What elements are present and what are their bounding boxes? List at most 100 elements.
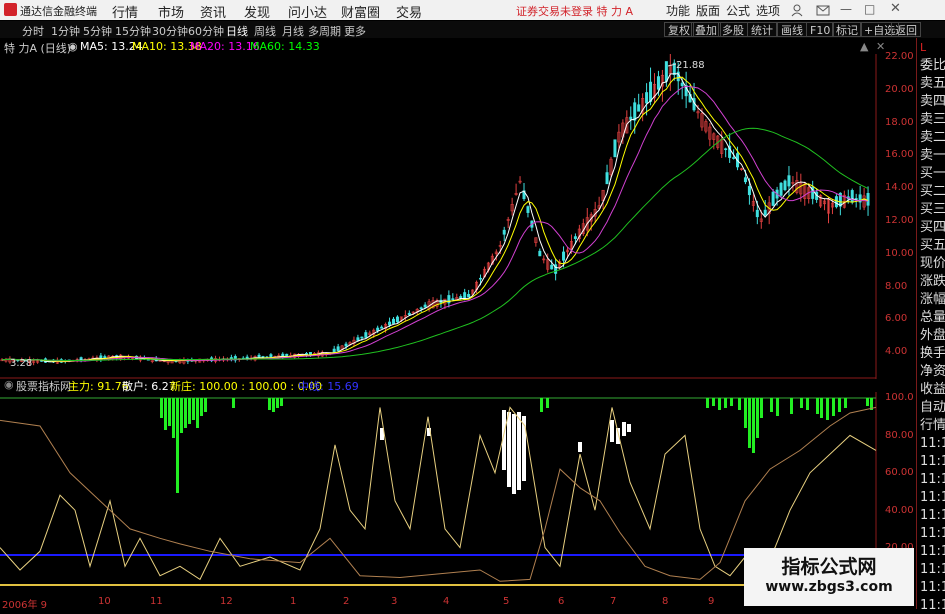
period-more[interactable]: 更多 bbox=[344, 23, 366, 39]
period-fenshi[interactable]: 分时 bbox=[22, 23, 44, 39]
side-panel-item[interactable]: 11:1 bbox=[920, 508, 945, 524]
close-icon[interactable]: ✕ bbox=[890, 1, 901, 16]
side-panel-item[interactable]: 总量 bbox=[920, 310, 945, 326]
collapse-icon[interactable]: ▲ bbox=[860, 40, 868, 53]
fuquan-button[interactable]: 复权 bbox=[664, 22, 694, 37]
green-bar bbox=[200, 398, 203, 416]
menu-banmian[interactable]: 版面 bbox=[696, 2, 720, 19]
candle-body bbox=[388, 321, 392, 326]
green-bars bbox=[160, 398, 873, 493]
ma60-label: MA60: 14.33 bbox=[250, 40, 320, 53]
multi-stock-button[interactable]: 多股 bbox=[718, 22, 748, 37]
period-weekly[interactable]: 周线 bbox=[254, 23, 276, 39]
f10-button[interactable]: F10 bbox=[806, 22, 835, 37]
side-panel-item[interactable]: 卖四 bbox=[920, 94, 945, 110]
minimize-icon[interactable]: — bbox=[840, 2, 852, 16]
menu-gongneng[interactable]: 功能 bbox=[666, 2, 690, 19]
side-panel-item[interactable]: 11:1 bbox=[920, 472, 945, 488]
price-tick: 22.00 bbox=[885, 51, 914, 62]
candle-body bbox=[526, 206, 530, 213]
candle-body bbox=[423, 304, 427, 308]
overlay-button[interactable]: 叠加 bbox=[691, 22, 721, 37]
side-panel-item[interactable]: 外盘 bbox=[920, 328, 945, 344]
menu-xuanxiang[interactable]: 选项 bbox=[756, 2, 780, 19]
side-panel-item[interactable]: 11:1 bbox=[920, 436, 945, 452]
side-panel-item[interactable]: 卖二 bbox=[920, 130, 945, 146]
green-bar bbox=[184, 398, 187, 428]
side-panel-item[interactable]: 11:1 bbox=[920, 490, 945, 506]
side-panel-item[interactable]: 净资 bbox=[920, 364, 945, 380]
mail-icon[interactable] bbox=[816, 3, 830, 17]
period-60min[interactable]: 60分钟 bbox=[188, 23, 224, 39]
user-icon[interactable] bbox=[790, 3, 804, 17]
price-tick: 20.00 bbox=[885, 83, 914, 95]
stats-button[interactable]: 统计 bbox=[747, 22, 777, 37]
date-tick: 1 bbox=[290, 596, 297, 607]
period-5min[interactable]: 5分钟 bbox=[83, 23, 112, 39]
mark-button[interactable]: 标记 bbox=[832, 22, 862, 37]
side-panel-item[interactable]: 涨跌 bbox=[920, 274, 945, 290]
side-panel-item[interactable]: 11:1 bbox=[920, 598, 945, 614]
period-1min[interactable]: 1分钟 bbox=[51, 23, 80, 39]
menu-hangqing[interactable]: 行情 bbox=[112, 2, 138, 21]
menu-caifuquan[interactable]: 财富圈 bbox=[341, 2, 380, 21]
side-panel-item[interactable]: 卖一 bbox=[920, 148, 945, 164]
green-bar bbox=[172, 398, 175, 438]
maximize-icon[interactable]: □ bbox=[864, 2, 875, 16]
side-panel-item[interactable]: 买一 bbox=[920, 166, 945, 182]
indicator-settings-icon[interactable]: ◉ bbox=[4, 378, 14, 391]
menu-wenxiaoda[interactable]: 问小达 bbox=[288, 2, 327, 21]
side-panel-item[interactable]: 卖三 bbox=[920, 112, 945, 128]
side-panel-item[interactable]: 买三 bbox=[920, 202, 945, 218]
side-panel-item[interactable]: 11:1 bbox=[920, 580, 945, 596]
price-chart[interactable]: 21.88 3.28 bbox=[0, 54, 916, 379]
side-panel-item[interactable]: 买四 bbox=[920, 220, 945, 236]
side-panel-item[interactable]: 收益 bbox=[920, 382, 945, 398]
side-panel-item[interactable]: 行情 bbox=[920, 418, 945, 434]
side-panel-item[interactable]: 自动 bbox=[920, 400, 945, 416]
green-bar bbox=[712, 398, 715, 406]
period-monthly[interactable]: 月线 bbox=[282, 23, 304, 39]
side-panel-item[interactable]: 卖五 bbox=[920, 76, 945, 92]
menu-faxian[interactable]: 发现 bbox=[244, 2, 270, 21]
menu-shichang[interactable]: 市场 bbox=[158, 2, 184, 21]
chart-close-icon[interactable]: ✕ bbox=[876, 40, 885, 53]
candle-body bbox=[364, 332, 368, 338]
green-bar bbox=[192, 398, 195, 420]
candle-body bbox=[656, 76, 660, 90]
side-panel-item[interactable]: 买二 bbox=[920, 184, 945, 200]
period-30min[interactable]: 30分钟 bbox=[152, 23, 188, 39]
side-panel-item[interactable]: 11:1 bbox=[920, 526, 945, 542]
date-tick: 10 bbox=[98, 596, 111, 607]
candle-body bbox=[538, 250, 542, 257]
price-tick: 12.00 bbox=[885, 215, 914, 226]
side-panel-item[interactable]: 换手 bbox=[920, 346, 945, 362]
menu-jiaoyi[interactable]: 交易 bbox=[396, 2, 422, 21]
side-panel-item[interactable]: 涨幅 bbox=[920, 292, 945, 308]
menu-zixun[interactable]: 资讯 bbox=[200, 2, 226, 21]
side-panel-item[interactable]: L bbox=[920, 40, 926, 56]
candle-body bbox=[633, 102, 637, 121]
green-bar bbox=[268, 398, 271, 410]
side-panel-item[interactable]: 11:1 bbox=[920, 562, 945, 578]
green-bar bbox=[816, 398, 819, 414]
high-price-label: 21.88 bbox=[676, 60, 705, 71]
side-panel-item[interactable]: 11:1 bbox=[920, 544, 945, 560]
date-tick: 11 bbox=[150, 596, 163, 607]
draw-line-button[interactable]: 画线 bbox=[777, 22, 807, 37]
back-button[interactable]: 返回 bbox=[891, 22, 921, 37]
ma-settings-icon[interactable]: ◉ bbox=[68, 40, 78, 53]
menu-gongshi[interactable]: 公式 bbox=[726, 2, 750, 19]
period-daily[interactable]: 日线 bbox=[226, 23, 248, 39]
side-panel-item[interactable]: 买五 bbox=[920, 238, 945, 254]
period-15min[interactable]: 15分钟 bbox=[115, 23, 151, 39]
side-panel-item[interactable]: 现价 bbox=[920, 256, 945, 272]
candle-body bbox=[866, 193, 870, 206]
date-tick: 4 bbox=[443, 596, 450, 607]
period-multi[interactable]: 多周期 bbox=[308, 23, 341, 39]
side-panel-item[interactable]: 委比 bbox=[920, 58, 945, 74]
green-bar bbox=[744, 398, 747, 428]
side-panel-item[interactable]: 11:1 bbox=[920, 454, 945, 470]
candle-body bbox=[419, 307, 423, 310]
green-bar bbox=[540, 398, 543, 412]
